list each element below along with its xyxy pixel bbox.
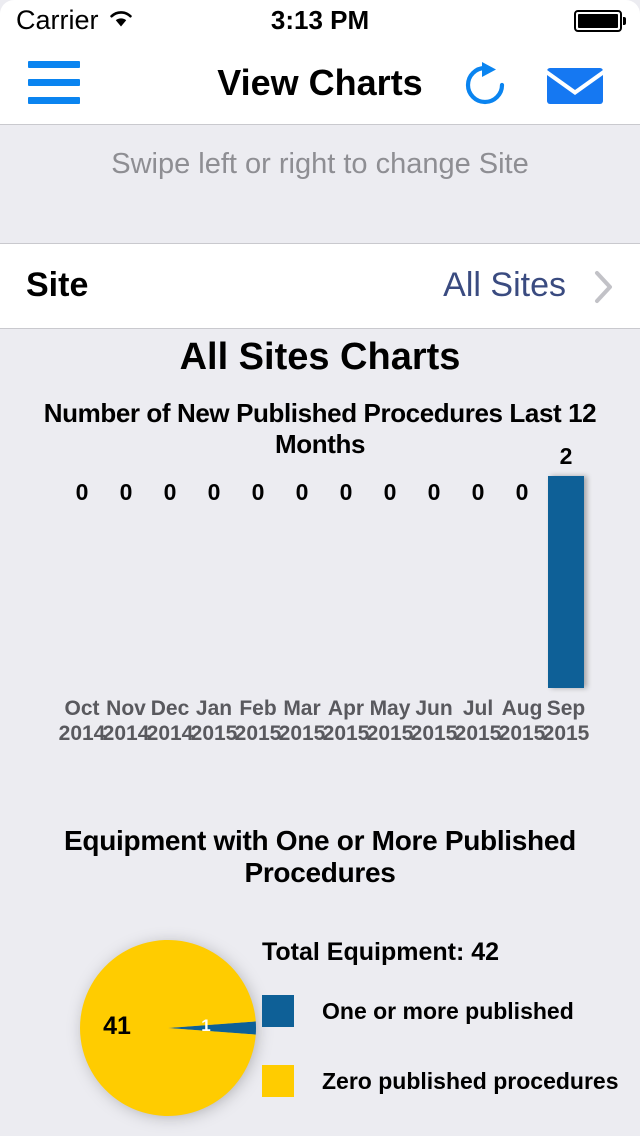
bar-xlabel: Sep 2015 [542, 696, 590, 746]
pie-chart-legend: Total Equipment: 42 One or more publishe… [262, 938, 622, 1135]
bar-xlabel-month: Sep [546, 697, 586, 720]
bar-value-label: 0 [295, 479, 309, 505]
bar-xlabel: May 2015 [366, 696, 414, 746]
bar-xlabel-month: Nov [106, 697, 146, 720]
phone-screen: Carrier 3:13 PM View Charts Swipe left o… [0, 0, 640, 1136]
bar-xlabel-month: Jul [462, 697, 494, 720]
bar-xlabel: Jul 2015 [454, 696, 502, 746]
bar-xlabel-year: 2015 [234, 722, 282, 745]
charts-heading: All Sites Charts [179, 336, 461, 378]
bar-xlabel: Mar 2015 [278, 696, 326, 746]
pie-chart: 41 1 [78, 938, 258, 1118]
bar-xlabel-year: 2014 [102, 722, 150, 745]
bar-xlabel-month: Feb [239, 697, 277, 720]
bar-value-label: 0 [163, 479, 177, 505]
pie-slice-label-major: 41 [103, 1012, 131, 1040]
legend-item: One or more published [262, 995, 622, 1027]
navigation-bar: View Charts [0, 40, 640, 125]
bar-xlabel-year: 2015 [542, 722, 590, 745]
status-bar: Carrier 3:13 PM [0, 0, 640, 40]
bar-value-label: 0 [383, 479, 397, 505]
bar-xlabel: Aug 2015 [498, 696, 546, 746]
page-title: View Charts [217, 61, 423, 103]
bar-xlabel-month: Mar [283, 697, 321, 720]
bar-rect [548, 476, 584, 688]
bar-value-label: 0 [75, 479, 89, 505]
bar-value-label: 0 [515, 479, 529, 505]
bar-xlabel: Feb 2015 [234, 696, 282, 746]
bar-xlabel-year: 2015 [322, 722, 370, 745]
site-selector-row[interactable]: Site All Sites [0, 243, 640, 329]
bar-xlabel-year: 2015 [498, 722, 546, 745]
bar-xlabel: Apr 2015 [322, 696, 370, 746]
bar-xlabel: Dec 2014 [146, 696, 194, 746]
pie-chart-title: Equipment with One or More Published Pro… [64, 825, 576, 888]
charts-scroll-area[interactable]: All Sites Charts Number of New Published… [0, 330, 640, 1136]
bar-xlabel-month: Dec [150, 697, 190, 720]
battery-full-icon [574, 10, 626, 32]
legend-label-zero: Zero published procedures [322, 1067, 619, 1094]
bar-xlabel-month: Apr [327, 697, 365, 720]
bar-xlabel-year: 2015 [410, 722, 458, 745]
swipe-hint-banner: Swipe left or right to change Site [0, 126, 640, 243]
bar-value-label: 2 [559, 443, 573, 469]
pie-slice-label-minor: 1 [201, 1016, 211, 1035]
site-row-label: Site [26, 266, 89, 304]
bar-xlabel-month: Oct [64, 697, 100, 720]
bar-xlabel-year: 2015 [278, 722, 326, 745]
bar-xlabel: Nov 2014 [102, 696, 150, 746]
bar-chart-plot: 0 Oct 2014 0 Nov 2014 0 Dec 2014 0 Jan 2015 0 Feb 2015… [58, 443, 590, 748]
bar-xlabel-year: 2014 [146, 722, 194, 745]
bar-xlabel-year: 2015 [366, 722, 414, 745]
legend-label-one-or-more: One or more published [322, 997, 574, 1024]
bar-value-label: 0 [339, 479, 353, 505]
bar-xlabel-year: 2015 [190, 722, 238, 745]
chevron-right-icon [594, 270, 614, 304]
bar-xlabel-year: 2014 [58, 722, 106, 745]
bar-xlabel: Jun 2015 [410, 696, 458, 746]
bar-value-label: 0 [251, 479, 265, 505]
bar-xlabel-month: Jun [415, 697, 453, 720]
bar-xlabel: Jan 2015 [190, 696, 238, 746]
bar-xlabel-month: Jan [195, 697, 233, 720]
bar-xlabel-year: 2015 [454, 722, 502, 745]
legend-swatch-zero [262, 1065, 294, 1097]
swipe-hint-text: Swipe left or right to change Site [111, 148, 529, 180]
status-bar-clock: 3:13 PM [270, 5, 370, 35]
bar-xlabel-month: Aug [501, 697, 543, 720]
bar-xlabel: Oct 2014 [58, 696, 106, 746]
bar-value-label: 0 [207, 479, 221, 505]
legend-swatch-one-or-more [262, 995, 294, 1027]
site-row-value: All Sites [443, 266, 566, 304]
legend-item: Zero published procedures [262, 1065, 622, 1097]
mail-icon[interactable] [546, 66, 604, 106]
refresh-icon[interactable] [458, 60, 512, 110]
bar-xlabel-month: May [369, 697, 411, 720]
total-equipment-label: Total Equipment: 42 [262, 938, 500, 966]
bar-value-label: 0 [427, 479, 441, 505]
bar-value-label: 0 [119, 479, 133, 505]
bar-value-label: 0 [471, 479, 485, 505]
